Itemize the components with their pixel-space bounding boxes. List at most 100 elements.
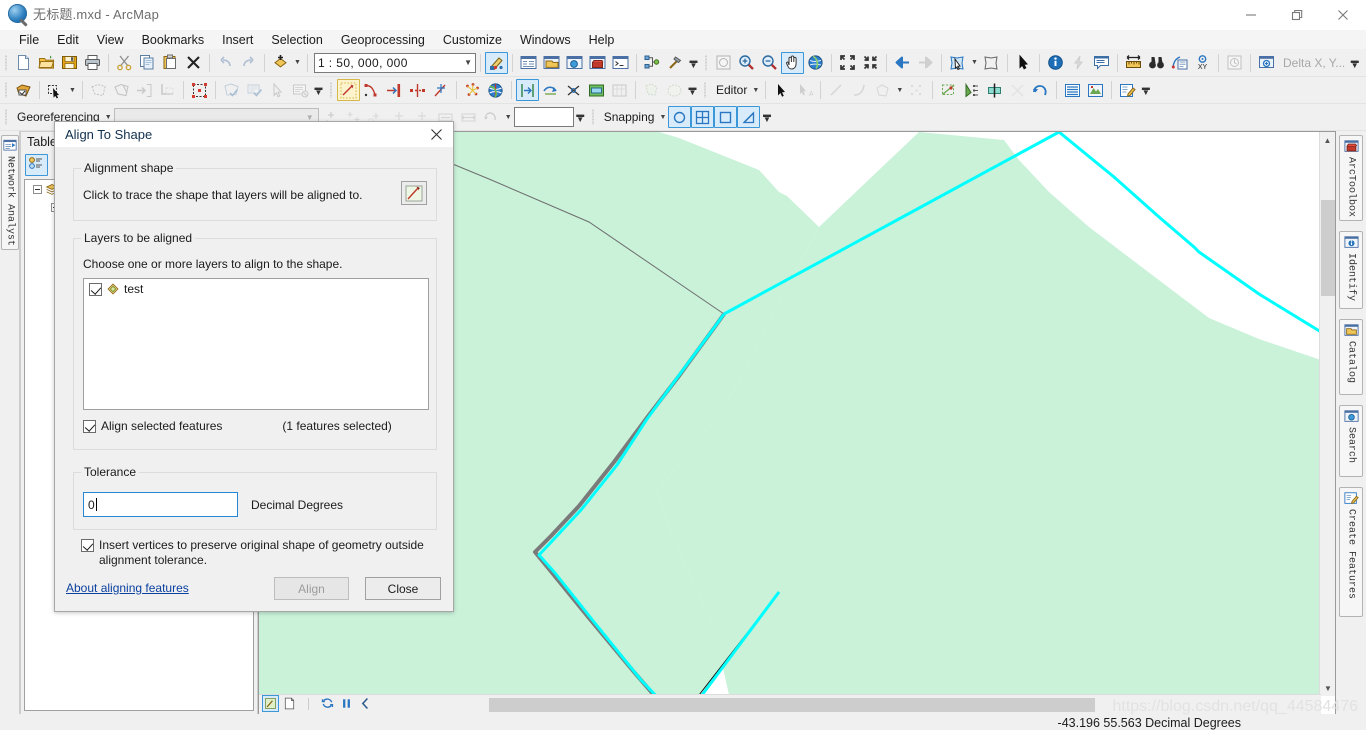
fixed-zoom-in-icon[interactable]: [836, 52, 859, 74]
pause-icon[interactable]: [338, 695, 355, 712]
construction-tools-icon[interactable]: [1116, 79, 1139, 101]
end-snapping-icon[interactable]: [737, 106, 761, 128]
clip-edit-icon[interactable]: [1006, 79, 1029, 101]
trace-dropdown-caret[interactable]: ▼: [894, 79, 905, 101]
replace-geometry-icon[interactable]: [360, 79, 383, 101]
toolbar-grip[interactable]: [3, 54, 10, 72]
georeferencing-rotation-input[interactable]: [513, 107, 574, 127]
go-to-xy-icon[interactable]: XY: [1191, 52, 1214, 74]
dialog-close-icon[interactable]: [419, 122, 453, 147]
refresh-icon[interactable]: [319, 695, 336, 712]
straight-segment-icon[interactable]: [825, 79, 848, 101]
construct-features-icon[interactable]: [133, 79, 156, 101]
add-data-icon[interactable]: [269, 52, 292, 74]
page-layout-icon[interactable]: [281, 695, 298, 712]
undo-arrow-icon[interactable]: [214, 52, 237, 74]
curve-segment-icon[interactable]: [848, 79, 871, 101]
minimize-button[interactable]: [1228, 0, 1274, 30]
map-topology-icon[interactable]: [44, 79, 67, 101]
zoom-in-icon[interactable]: [735, 52, 758, 74]
point-icon[interactable]: [905, 79, 928, 101]
sketch-properties-icon[interactable]: [983, 79, 1006, 101]
save-icon[interactable]: [58, 52, 81, 74]
rotate-tool-icon[interactable]: [960, 79, 983, 101]
arctoolbox-icon[interactable]: [586, 52, 609, 74]
menu-customize[interactable]: Customize: [434, 32, 511, 48]
point-snapping-icon[interactable]: [668, 106, 692, 128]
dock-tab-catalog[interactable]: Catalog: [1339, 319, 1363, 395]
explode-icon[interactable]: [406, 79, 429, 101]
dock-tab-search[interactable]: Search: [1339, 405, 1363, 477]
select-features-icon[interactable]: [946, 52, 969, 74]
close-button[interactable]: [1320, 0, 1366, 30]
smooth-icon[interactable]: [461, 79, 484, 101]
trace-icon[interactable]: [871, 79, 894, 101]
fix-topology-error-icon[interactable]: [243, 79, 266, 101]
clip-icon[interactable]: [539, 79, 562, 101]
toolbar-grip[interactable]: [703, 54, 710, 72]
rotate-about-icon[interactable]: [480, 106, 503, 128]
scroll-down-arrow-icon[interactable]: ▼: [1320, 680, 1335, 696]
tolerance-input[interactable]: 0: [83, 492, 238, 517]
create-features-window-icon[interactable]: [1084, 79, 1107, 101]
toolbar-grip[interactable]: [328, 81, 335, 99]
paste-icon[interactable]: [159, 52, 182, 74]
scale-raster-icon[interactable]: [457, 106, 480, 128]
horizontal-scroll-thumb[interactable]: [489, 698, 1095, 712]
map-topology-dropdown-caret[interactable]: ▼: [67, 79, 78, 101]
insert-vertices-checkbox[interactable]: [81, 539, 94, 552]
about-aligning-features-link[interactable]: About aligning features: [66, 581, 189, 595]
error-inspector-icon[interactable]: [220, 79, 243, 101]
union-icon[interactable]: [585, 79, 608, 101]
expander-icon[interactable]: [33, 184, 42, 194]
html-popup-icon[interactable]: [1090, 52, 1113, 74]
toolbar-overflow-button[interactable]: ▬ ▼: [760, 106, 773, 128]
print-icon[interactable]: [81, 52, 104, 74]
planarize-lines-icon[interactable]: [156, 79, 179, 101]
zoom-out-icon[interactable]: [758, 52, 781, 74]
dock-tab-network-analyst[interactable]: Network Analyst: [1, 135, 19, 250]
find-binoculars-icon[interactable]: [1145, 52, 1168, 74]
copy-parallel-icon[interactable]: [516, 79, 539, 101]
layer-checkbox[interactable]: [89, 282, 102, 296]
fillet-icon[interactable]: [663, 79, 686, 101]
copy-icon[interactable]: [136, 52, 159, 74]
toolbar-grip[interactable]: [702, 81, 709, 99]
menu-selection[interactable]: Selection: [262, 32, 331, 48]
attributes-icon[interactable]: [1061, 79, 1084, 101]
toolbar-overflow-button[interactable]: ▬ ▼: [1348, 52, 1361, 74]
menu-edit[interactable]: Edit: [48, 32, 88, 48]
list-by-drawing-order-icon[interactable]: [25, 153, 48, 176]
snapping-menu-label[interactable]: Snapping: [599, 110, 658, 124]
topology-icon[interactable]: [12, 79, 35, 101]
editor-menu-label[interactable]: Editor: [711, 83, 750, 97]
maximize-button[interactable]: [1274, 0, 1320, 30]
align-selected-checkbox[interactable]: [83, 419, 96, 433]
align-button[interactable]: Align: [274, 577, 349, 600]
go-forward-extent-icon[interactable]: [914, 52, 937, 74]
hyperlink-icon[interactable]: [1067, 52, 1090, 74]
construct-geodetic-icon[interactable]: [484, 79, 507, 101]
zoom-previous-extent-icon[interactable]: [712, 52, 735, 74]
undo-edit-icon[interactable]: [1029, 79, 1052, 101]
toolbar-overflow-button[interactable]: ▬ ▼: [687, 52, 700, 74]
vertex-snapping-icon[interactable]: [691, 106, 715, 128]
dock-tab-identify[interactable]: Identify: [1339, 231, 1363, 309]
python-window-icon[interactable]: [609, 52, 632, 74]
layers-listbox[interactable]: test: [83, 278, 429, 410]
topology-extra-icon[interactable]: [266, 79, 289, 101]
split-tool-icon[interactable]: [937, 79, 960, 101]
toolbar-overflow-button[interactable]: ▬ ▼: [574, 106, 587, 128]
scroll-up-arrow-icon[interactable]: ▲: [1320, 132, 1335, 148]
toolbar-overflow-button[interactable]: ▬ ▼: [686, 79, 699, 101]
map-scale-combo[interactable]: 1 : 50, 000, 000 ▼: [314, 52, 476, 73]
select-features-dropdown-caret[interactable]: ▼: [969, 52, 980, 74]
validate-topology-icon[interactable]: [188, 79, 211, 101]
full-extent-globe-icon[interactable]: [804, 52, 827, 74]
menu-bookmarks[interactable]: Bookmarks: [133, 32, 214, 48]
toolbar-grip[interactable]: [3, 81, 10, 99]
create-viewer-window-icon[interactable]: [1255, 52, 1278, 74]
rotate-dropdown-caret[interactable]: ▼: [503, 106, 514, 128]
show-shared-features-icon[interactable]: [110, 79, 133, 101]
vertical-scroll-thumb[interactable]: [1321, 200, 1335, 296]
